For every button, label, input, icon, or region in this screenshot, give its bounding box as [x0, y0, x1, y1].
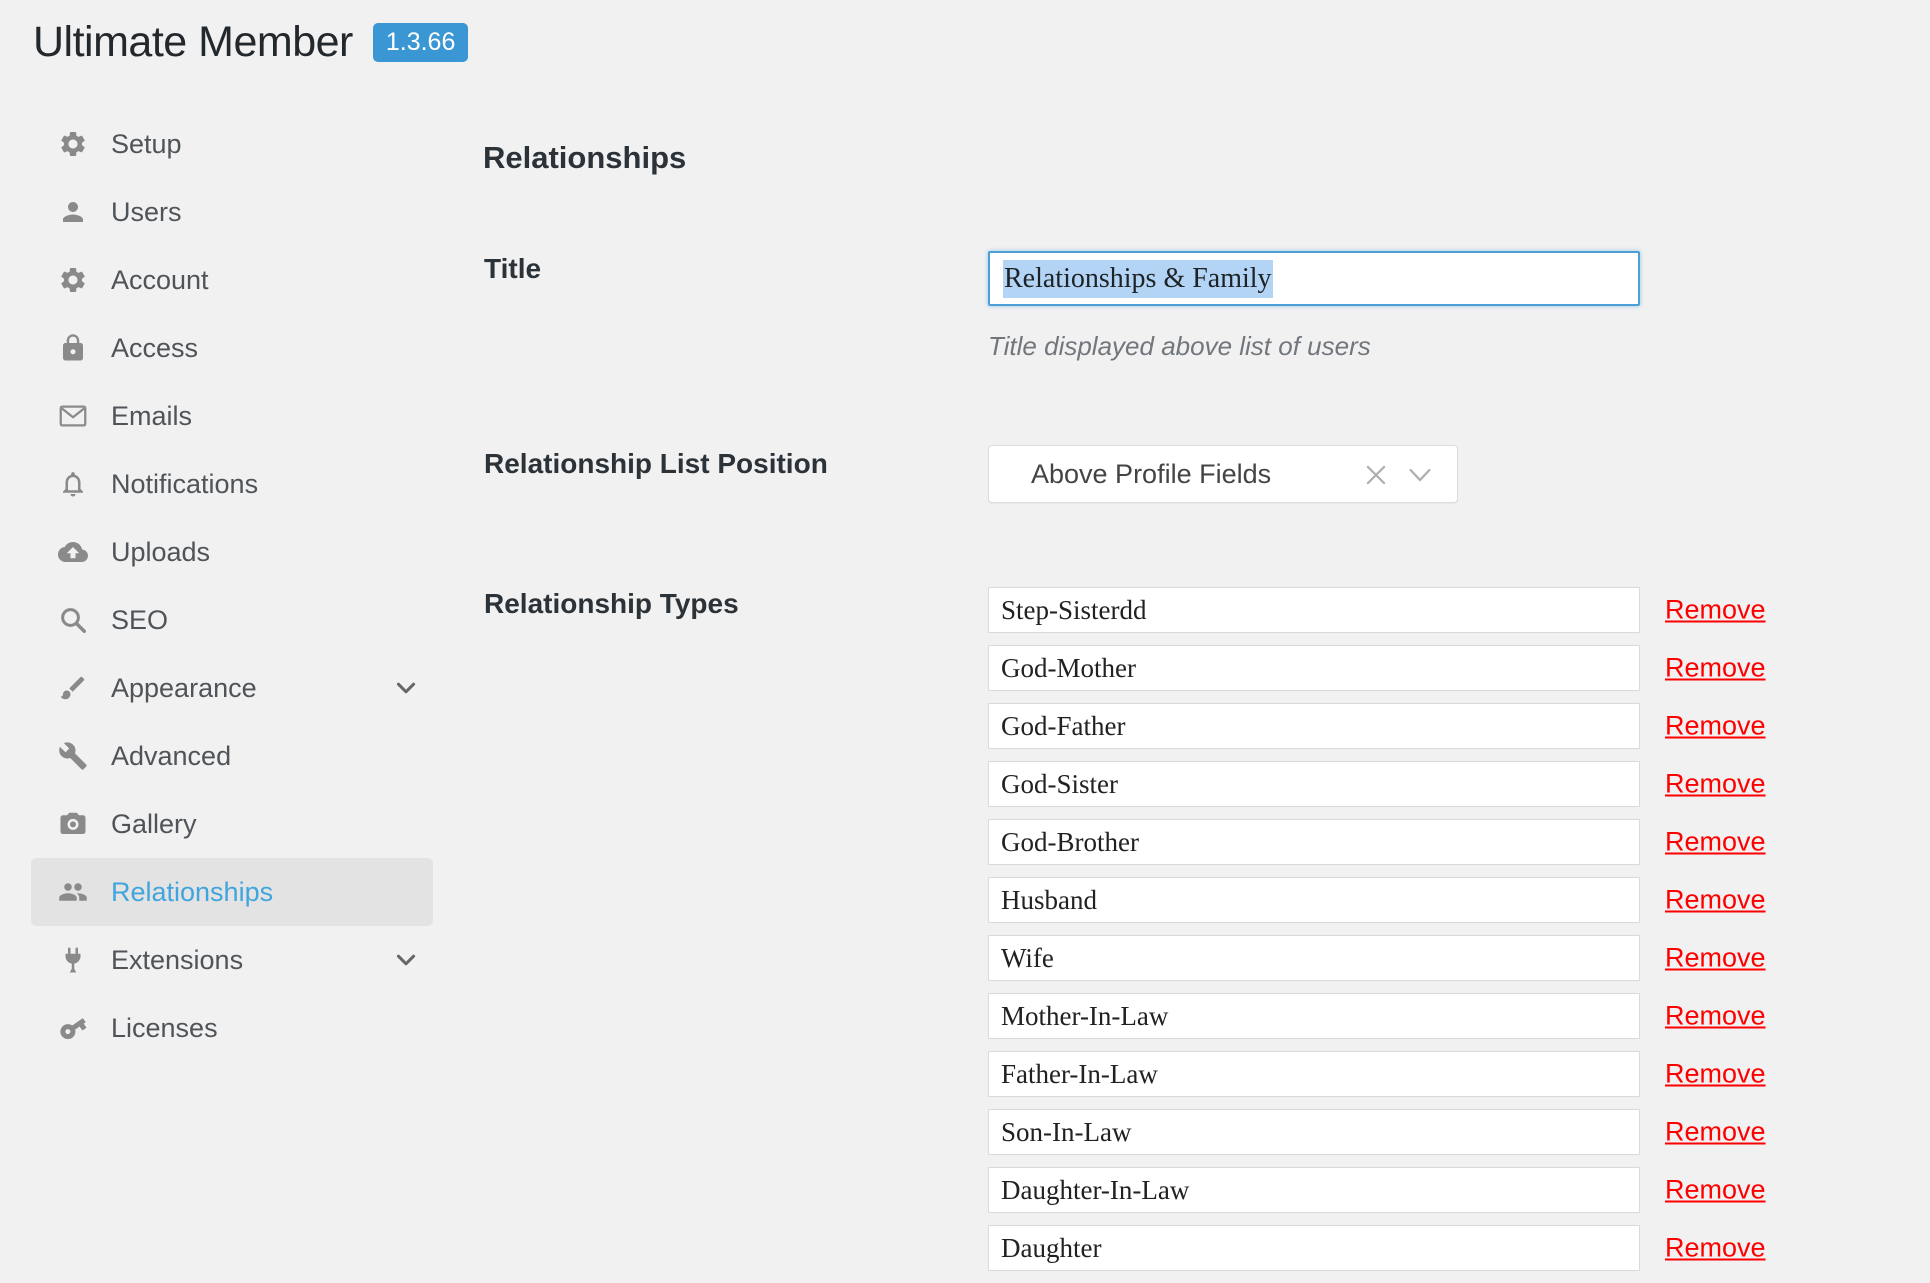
title-field-label: Title: [484, 253, 541, 285]
search-icon: [58, 605, 88, 635]
user-icon: [58, 197, 88, 227]
type-row: Remove: [988, 645, 1788, 691]
clear-selection-icon[interactable]: [1361, 460, 1391, 490]
type-row: Remove: [988, 993, 1788, 1039]
sidebar-item-users[interactable]: Users: [31, 178, 433, 246]
type-input[interactable]: [988, 877, 1640, 923]
remove-link[interactable]: Remove: [1665, 1059, 1766, 1090]
type-input[interactable]: [988, 819, 1640, 865]
sidebar-item-label: Extensions: [111, 945, 243, 976]
remove-link[interactable]: Remove: [1665, 1001, 1766, 1032]
ultimate-member-settings-page: Ultimate Member 1.3.66 Setup Users Accou…: [0, 0, 1930, 1278]
type-row: Remove: [988, 703, 1788, 749]
sidebar-item-advanced[interactable]: Advanced: [31, 722, 433, 790]
sidebar-item-label: Setup: [111, 129, 182, 160]
sidebar-item-emails[interactable]: Emails: [31, 382, 433, 450]
sidebar-item-label: Emails: [111, 401, 192, 432]
sidebar-item-setup[interactable]: Setup: [31, 110, 433, 178]
settings-sidebar: Setup Users Account Access Emails Notifi…: [31, 110, 433, 1062]
sidebar-item-label: Account: [111, 265, 209, 296]
type-row: Remove: [988, 1109, 1788, 1155]
remove-link[interactable]: Remove: [1665, 885, 1766, 916]
key-icon: [58, 1013, 88, 1043]
title-input-selected-text: Relationships & Family: [1003, 260, 1273, 298]
relationship-types-list: Remove Remove Remove Remove Remove Remov…: [988, 587, 1788, 1283]
type-row: Remove: [988, 1051, 1788, 1097]
remove-link[interactable]: Remove: [1665, 943, 1766, 974]
remove-link[interactable]: Remove: [1665, 1175, 1766, 1206]
remove-link[interactable]: Remove: [1665, 1117, 1766, 1148]
type-input[interactable]: [988, 645, 1640, 691]
type-input[interactable]: [988, 993, 1640, 1039]
remove-link[interactable]: Remove: [1665, 595, 1766, 626]
chevron-down-icon[interactable]: [1403, 460, 1437, 490]
type-row: Remove: [988, 877, 1788, 923]
sidebar-item-notifications[interactable]: Notifications: [31, 450, 433, 518]
type-input[interactable]: [988, 935, 1640, 981]
gear-icon: [58, 129, 88, 159]
type-input[interactable]: [988, 761, 1640, 807]
sidebar-item-label: Gallery: [111, 809, 197, 840]
remove-link[interactable]: Remove: [1665, 711, 1766, 742]
bell-icon: [58, 469, 88, 499]
position-select[interactable]: Above Profile Fields: [988, 445, 1458, 503]
sidebar-item-label: Relationships: [111, 877, 273, 908]
cloud-upload-icon: [58, 537, 88, 567]
sidebar-item-appearance[interactable]: Appearance: [31, 654, 433, 722]
sidebar-item-label: Uploads: [111, 537, 210, 568]
wrench-icon: [58, 741, 88, 771]
sidebar-item-gallery[interactable]: Gallery: [31, 790, 433, 858]
types-field-label: Relationship Types: [484, 588, 739, 620]
type-input[interactable]: [988, 703, 1640, 749]
position-select-value: Above Profile Fields: [1031, 459, 1271, 490]
users-group-icon: [58, 877, 88, 907]
remove-link[interactable]: Remove: [1665, 769, 1766, 800]
paintbrush-icon: [58, 673, 88, 703]
page-title: Relationships: [483, 140, 686, 176]
type-input[interactable]: [988, 1167, 1640, 1213]
title-field-help-text: Title displayed above list of users: [988, 331, 1371, 362]
chevron-down-icon: [393, 947, 419, 973]
title-input[interactable]: Relationships & Family: [988, 251, 1640, 306]
sidebar-item-label: Appearance: [111, 673, 257, 704]
lock-icon: [58, 333, 88, 363]
sidebar-item-label: Advanced: [111, 741, 231, 772]
type-input[interactable]: [988, 1109, 1640, 1155]
version-badge: 1.3.66: [373, 23, 469, 62]
position-field-label: Relationship List Position: [484, 448, 828, 480]
sidebar-item-label: SEO: [111, 605, 168, 636]
sidebar-item-label: Licenses: [111, 1013, 218, 1044]
type-input[interactable]: [988, 1051, 1640, 1097]
app-title: Ultimate Member: [33, 18, 353, 67]
sidebar-item-label: Users: [111, 197, 182, 228]
sidebar-item-seo[interactable]: SEO: [31, 586, 433, 654]
type-row: Remove: [988, 1167, 1788, 1213]
remove-link[interactable]: Remove: [1665, 1233, 1766, 1264]
type-row: Remove: [988, 935, 1788, 981]
envelope-icon: [58, 401, 88, 431]
type-row: Remove: [988, 819, 1788, 865]
gear-icon: [58, 265, 88, 295]
sidebar-item-uploads[interactable]: Uploads: [31, 518, 433, 586]
chevron-down-icon: [393, 675, 419, 701]
remove-link[interactable]: Remove: [1665, 653, 1766, 684]
type-row: Remove: [988, 1225, 1788, 1271]
type-row: Remove: [988, 761, 1788, 807]
camera-icon: [58, 809, 88, 839]
type-row: Remove: [988, 587, 1788, 633]
sidebar-item-licenses[interactable]: Licenses: [31, 994, 433, 1062]
sidebar-item-relationships[interactable]: Relationships: [31, 858, 433, 926]
plug-icon: [58, 945, 88, 975]
sidebar-item-access[interactable]: Access: [31, 314, 433, 382]
remove-link[interactable]: Remove: [1665, 827, 1766, 858]
sidebar-item-extensions[interactable]: Extensions: [31, 926, 433, 994]
sidebar-item-label: Access: [111, 333, 198, 364]
app-header: Ultimate Member 1.3.66: [33, 18, 468, 67]
type-input[interactable]: [988, 1225, 1640, 1271]
sidebar-item-label: Notifications: [111, 469, 258, 500]
sidebar-item-account[interactable]: Account: [31, 246, 433, 314]
type-input[interactable]: [988, 587, 1640, 633]
